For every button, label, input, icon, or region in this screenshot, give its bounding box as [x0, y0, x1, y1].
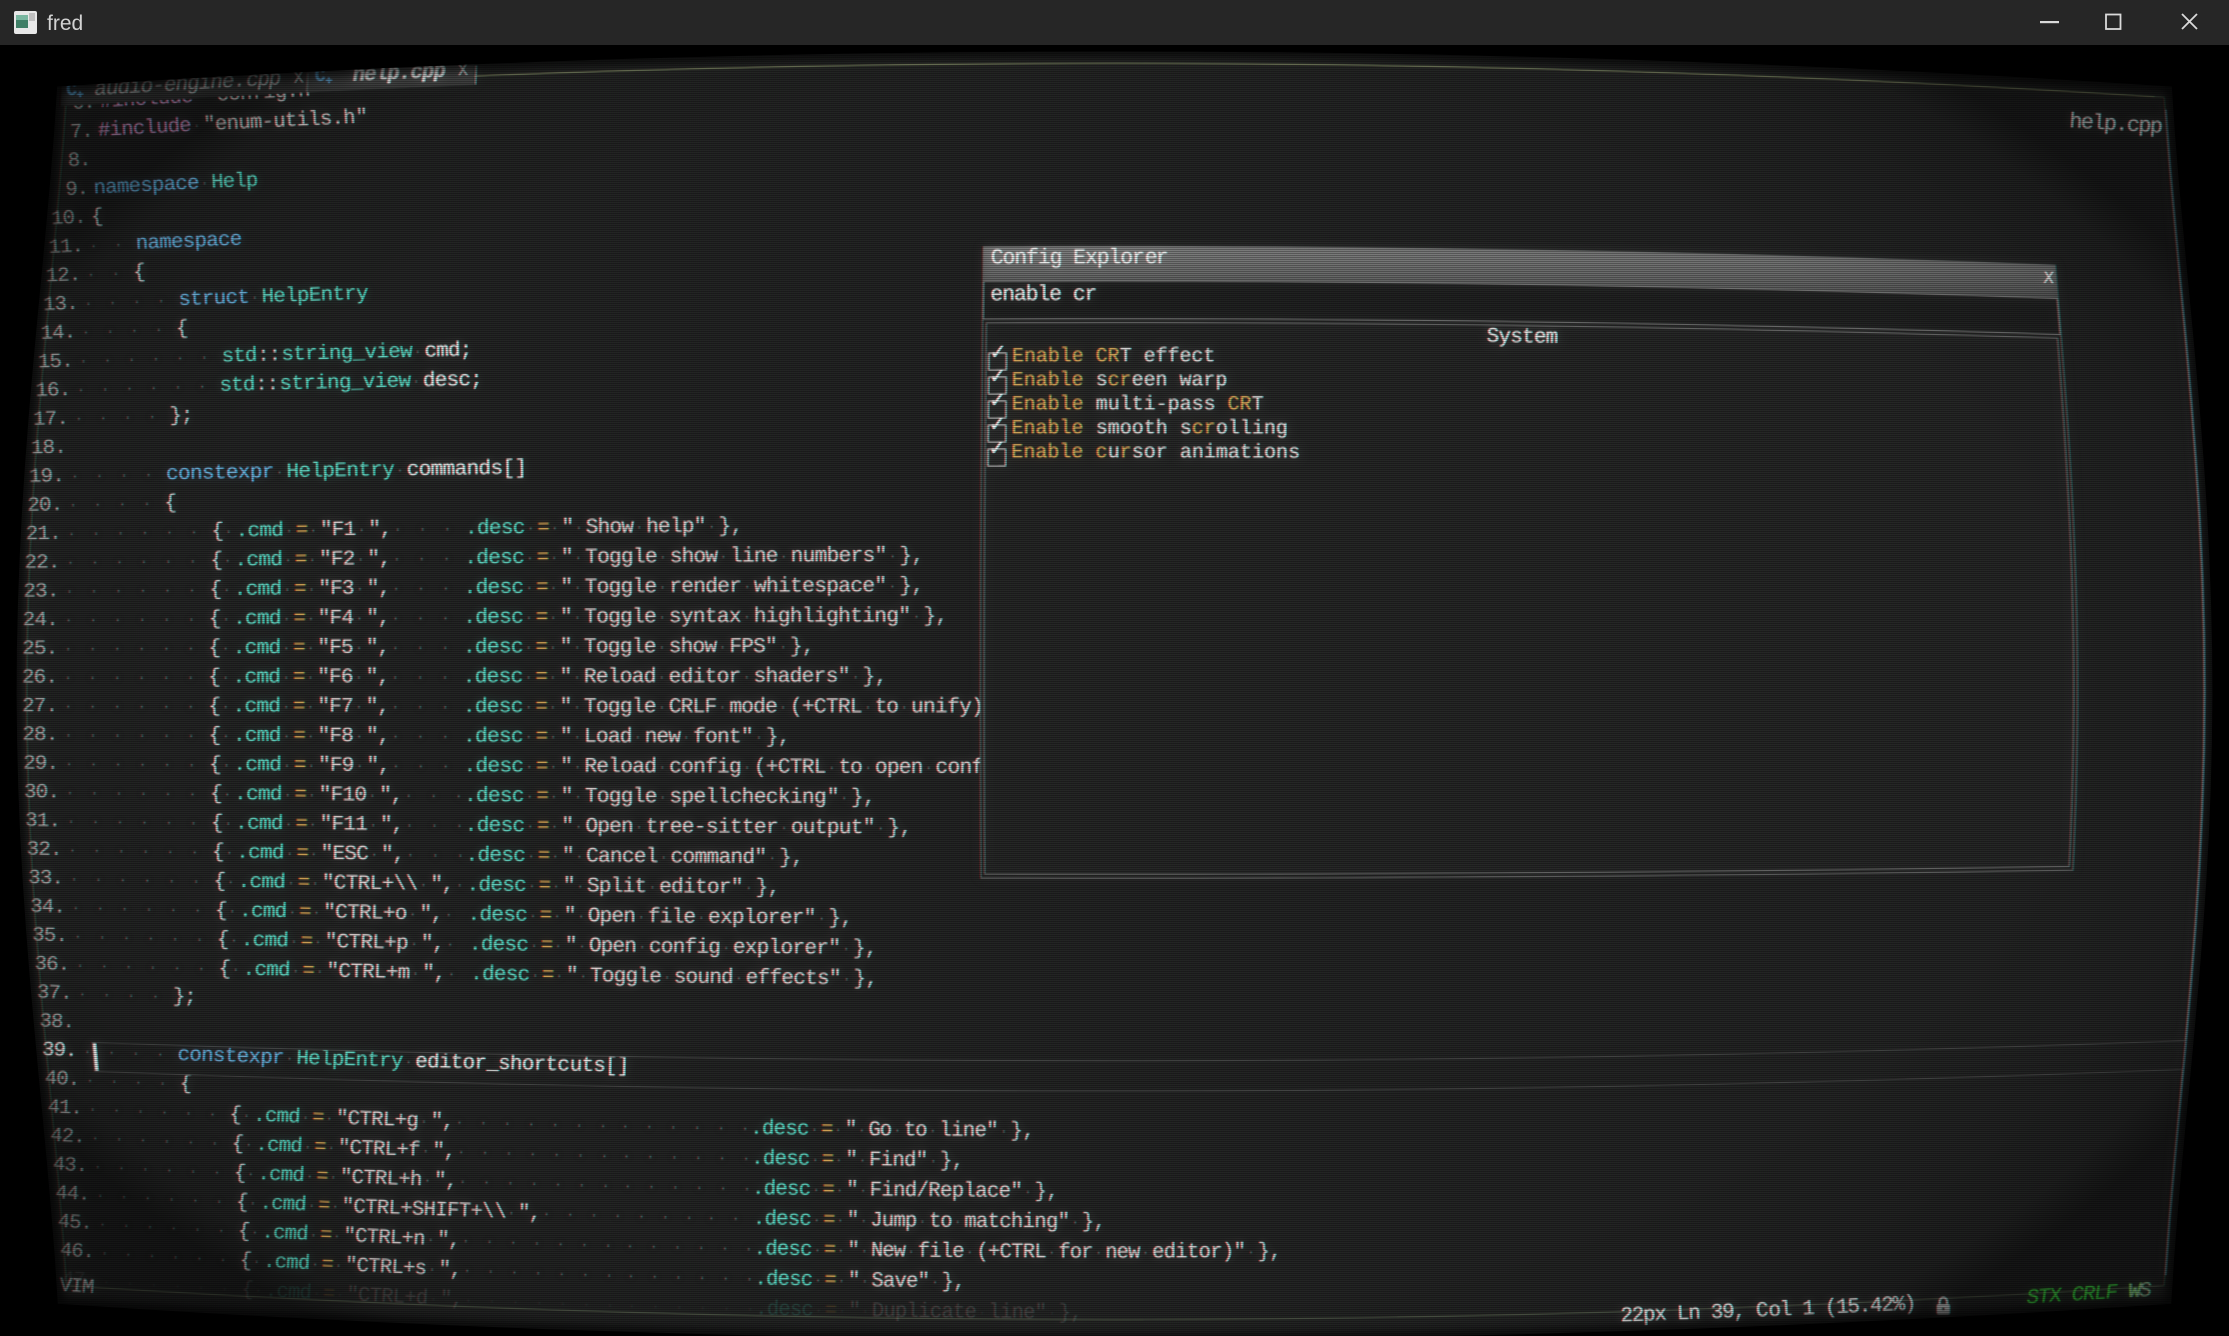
- svg-text:fred: fred: [47, 12, 83, 35]
